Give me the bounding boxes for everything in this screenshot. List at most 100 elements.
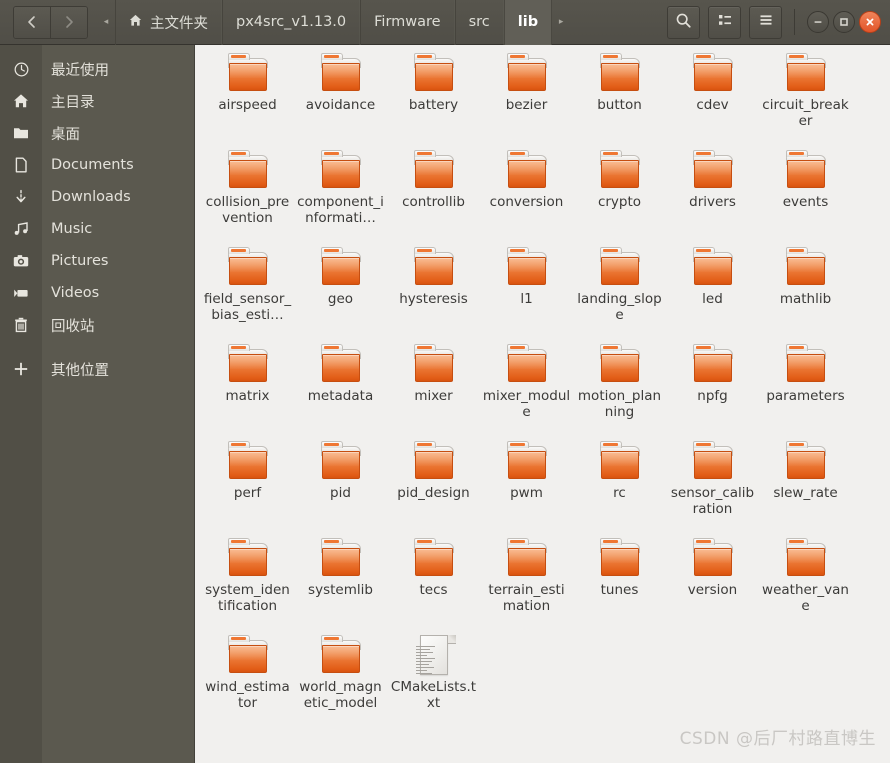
sidebar-item-label: Videos [51,285,100,301]
folder-item[interactable]: collision_prevention [201,150,294,247]
file-icon-grid: airspeed avoidance battery bezier button cdev… [196,45,890,732]
sidebar-item-other-locations[interactable]: 其他位置 [0,353,194,385]
folder-item[interactable]: airspeed [201,53,294,150]
folder-item[interactable]: weather_vane [759,538,852,635]
breadcrumb-item-firmware[interactable]: Firmware [360,0,455,45]
folder-item[interactable]: mixer [387,344,480,441]
folder-item[interactable]: geo [294,247,387,344]
folder-item[interactable]: matrix [201,344,294,441]
folder-item[interactable]: npfg [666,344,759,441]
folder-icon [412,53,456,93]
folder-icon [319,538,363,578]
folder-item[interactable]: mixer_module [480,344,573,441]
folder-item[interactable]: rc [573,441,666,538]
folder-item[interactable]: sensor_calibration [666,441,759,538]
view-options-button[interactable] [708,5,741,39]
sidebar-item-music[interactable]: Music [0,213,194,245]
folder-icon [319,53,363,93]
sidebar-item-documents[interactable]: Documents [0,149,194,181]
folder-item[interactable]: terrain_estimation [480,538,573,635]
folder-icon [691,344,735,384]
sidebar-item-home[interactable]: 主目录 [0,85,194,117]
minimize-button[interactable] [807,11,829,33]
folder-icon [505,53,549,93]
folder-icon [598,344,642,384]
file-name-label: drivers [689,194,736,210]
folder-item[interactable]: pwm [480,441,573,538]
folder-item[interactable]: tecs [387,538,480,635]
folder-icon [412,247,456,287]
folder-icon [505,344,549,384]
folder-item[interactable]: crypto [573,150,666,247]
maximize-button[interactable] [833,11,855,33]
file-name-label: cdev [696,97,729,113]
breadcrumb-item-home[interactable]: 主文件夹 [115,0,222,45]
folder-item[interactable]: landing_slope [573,247,666,344]
folder-item[interactable]: bezier [480,53,573,150]
forward-button[interactable] [50,6,87,38]
folder-item[interactable]: version [666,538,759,635]
sidebar-item-downloads[interactable]: Downloads [0,181,194,213]
folder-item[interactable]: pid_design [387,441,480,538]
file-list-view[interactable]: airspeed avoidance battery bezier button cdev… [196,45,890,763]
sidebar: 最近使用 主目录 桌面 Documents Downloads Music Pi… [0,45,195,763]
menu-button[interactable] [749,5,782,39]
folder-item[interactable]: metadata [294,344,387,441]
folder-item[interactable]: conversion [480,150,573,247]
back-button[interactable] [14,6,50,38]
folder-item[interactable]: field_sensor_bias_esti… [201,247,294,344]
sidebar-item-desktop[interactable]: 桌面 [0,117,194,149]
file-name-label: slew_rate [773,485,838,501]
folder-item[interactable]: avoidance [294,53,387,150]
folder-item[interactable]: drivers [666,150,759,247]
search-button[interactable] [667,5,700,39]
close-button[interactable] [859,11,881,33]
folder-item[interactable]: world_magnetic_model [294,635,387,732]
folder-icon [598,53,642,93]
folder-icon [598,441,642,481]
file-name-label: npfg [697,388,728,404]
trash-icon [0,316,42,334]
folder-item[interactable]: motion_planning [573,344,666,441]
folder-item[interactable]: cdev [666,53,759,150]
folder-item[interactable]: slew_rate [759,441,852,538]
breadcrumb-scroll-left-icon[interactable]: ◂ [97,0,115,45]
breadcrumb-item-lib[interactable]: lib [503,0,553,45]
folder-item[interactable]: systemlib [294,538,387,635]
file-name-label: airspeed [218,97,277,113]
folder-item[interactable]: l1 [480,247,573,344]
folder-item[interactable]: hysteresis [387,247,480,344]
folder-icon [598,150,642,190]
file-name-label: version [687,582,738,598]
sidebar-item-pictures[interactable]: Pictures [0,245,194,277]
folder-item[interactable]: perf [201,441,294,538]
folder-item[interactable]: pid [294,441,387,538]
sidebar-item-trash[interactable]: 回收站 [0,309,194,341]
folder-item[interactable]: circuit_breaker [759,53,852,150]
folder-item[interactable]: component_informati… [294,150,387,247]
file-name-label: component_informati… [297,194,384,226]
file-name-label: led [702,291,723,307]
breadcrumb-item-px4src[interactable]: px4src_v1.13.0 [222,0,361,45]
folder-item[interactable]: button [573,53,666,150]
file-name-label: systemlib [308,582,373,598]
file-item[interactable]: CMakeLists.txt [387,635,480,732]
breadcrumb-scroll-right-icon[interactable]: ▸ [552,0,570,45]
sidebar-item-label: Documents [51,157,134,173]
breadcrumb-item-src[interactable]: src [454,0,504,45]
folder-item[interactable]: controllib [387,150,480,247]
sidebar-item-label: Music [51,221,93,237]
sidebar-item-recent[interactable]: 最近使用 [0,53,194,85]
folder-item[interactable]: led [666,247,759,344]
folder-item[interactable]: parameters [759,344,852,441]
folder-icon [505,247,549,287]
folder-icon [505,538,549,578]
folder-icon [784,441,828,481]
folder-item[interactable]: battery [387,53,480,150]
folder-item[interactable]: mathlib [759,247,852,344]
folder-item[interactable]: system_identification [201,538,294,635]
folder-item[interactable]: events [759,150,852,247]
folder-item[interactable]: wind_estimator [201,635,294,732]
folder-item[interactable]: tunes [573,538,666,635]
sidebar-item-videos[interactable]: Videos [0,277,194,309]
